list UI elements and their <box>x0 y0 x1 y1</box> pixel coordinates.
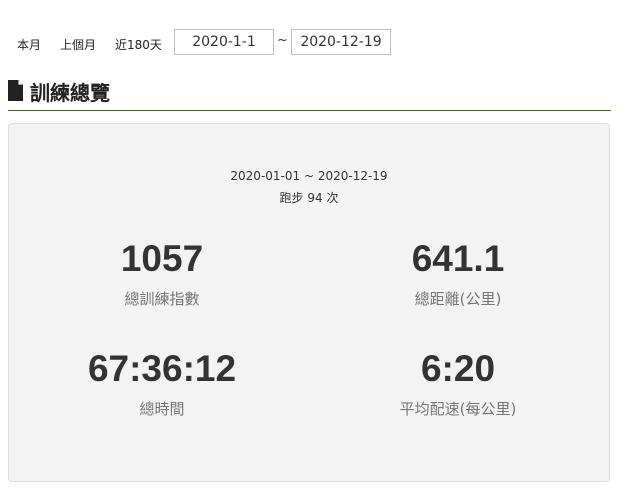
section-title: 訓練總覽 <box>30 81 110 105</box>
this-month-link[interactable]: 本月 <box>17 36 41 53</box>
distance-value: 641.1 <box>411 238 505 279</box>
document-icon <box>8 80 23 101</box>
distance-label: 總距離(公里) <box>414 290 502 308</box>
summary-date-range: 2020-01-01 ~ 2020-12-19 <box>230 169 388 183</box>
training-index-value: 1057 <box>120 238 204 279</box>
training-index-label: 總訓練指數 <box>124 290 200 308</box>
training-overview-header: 訓練總覽 <box>8 76 611 111</box>
date-filter-bar: 本月 上個月 近180天 ~ <box>0 29 625 55</box>
total-time-label: 總時間 <box>139 400 185 418</box>
average-pace-label: 平均配速(每公里) <box>399 400 517 418</box>
last-180-days-link[interactable]: 近180天 <box>115 36 162 53</box>
overview-panel: 2020-01-01 ~ 2020-12-19 跑步 94 次 1057 總訓練… <box>8 123 610 482</box>
average-pace-value: 6:20 <box>420 348 496 389</box>
end-date-input[interactable] <box>291 29 391 55</box>
summary-run-count: 跑步 94 次 <box>279 191 339 205</box>
total-time-value: 67:36:12 <box>87 348 237 389</box>
last-month-link[interactable]: 上個月 <box>60 36 96 53</box>
start-date-input[interactable] <box>174 29 274 55</box>
date-range-separator: ~ <box>277 33 288 48</box>
